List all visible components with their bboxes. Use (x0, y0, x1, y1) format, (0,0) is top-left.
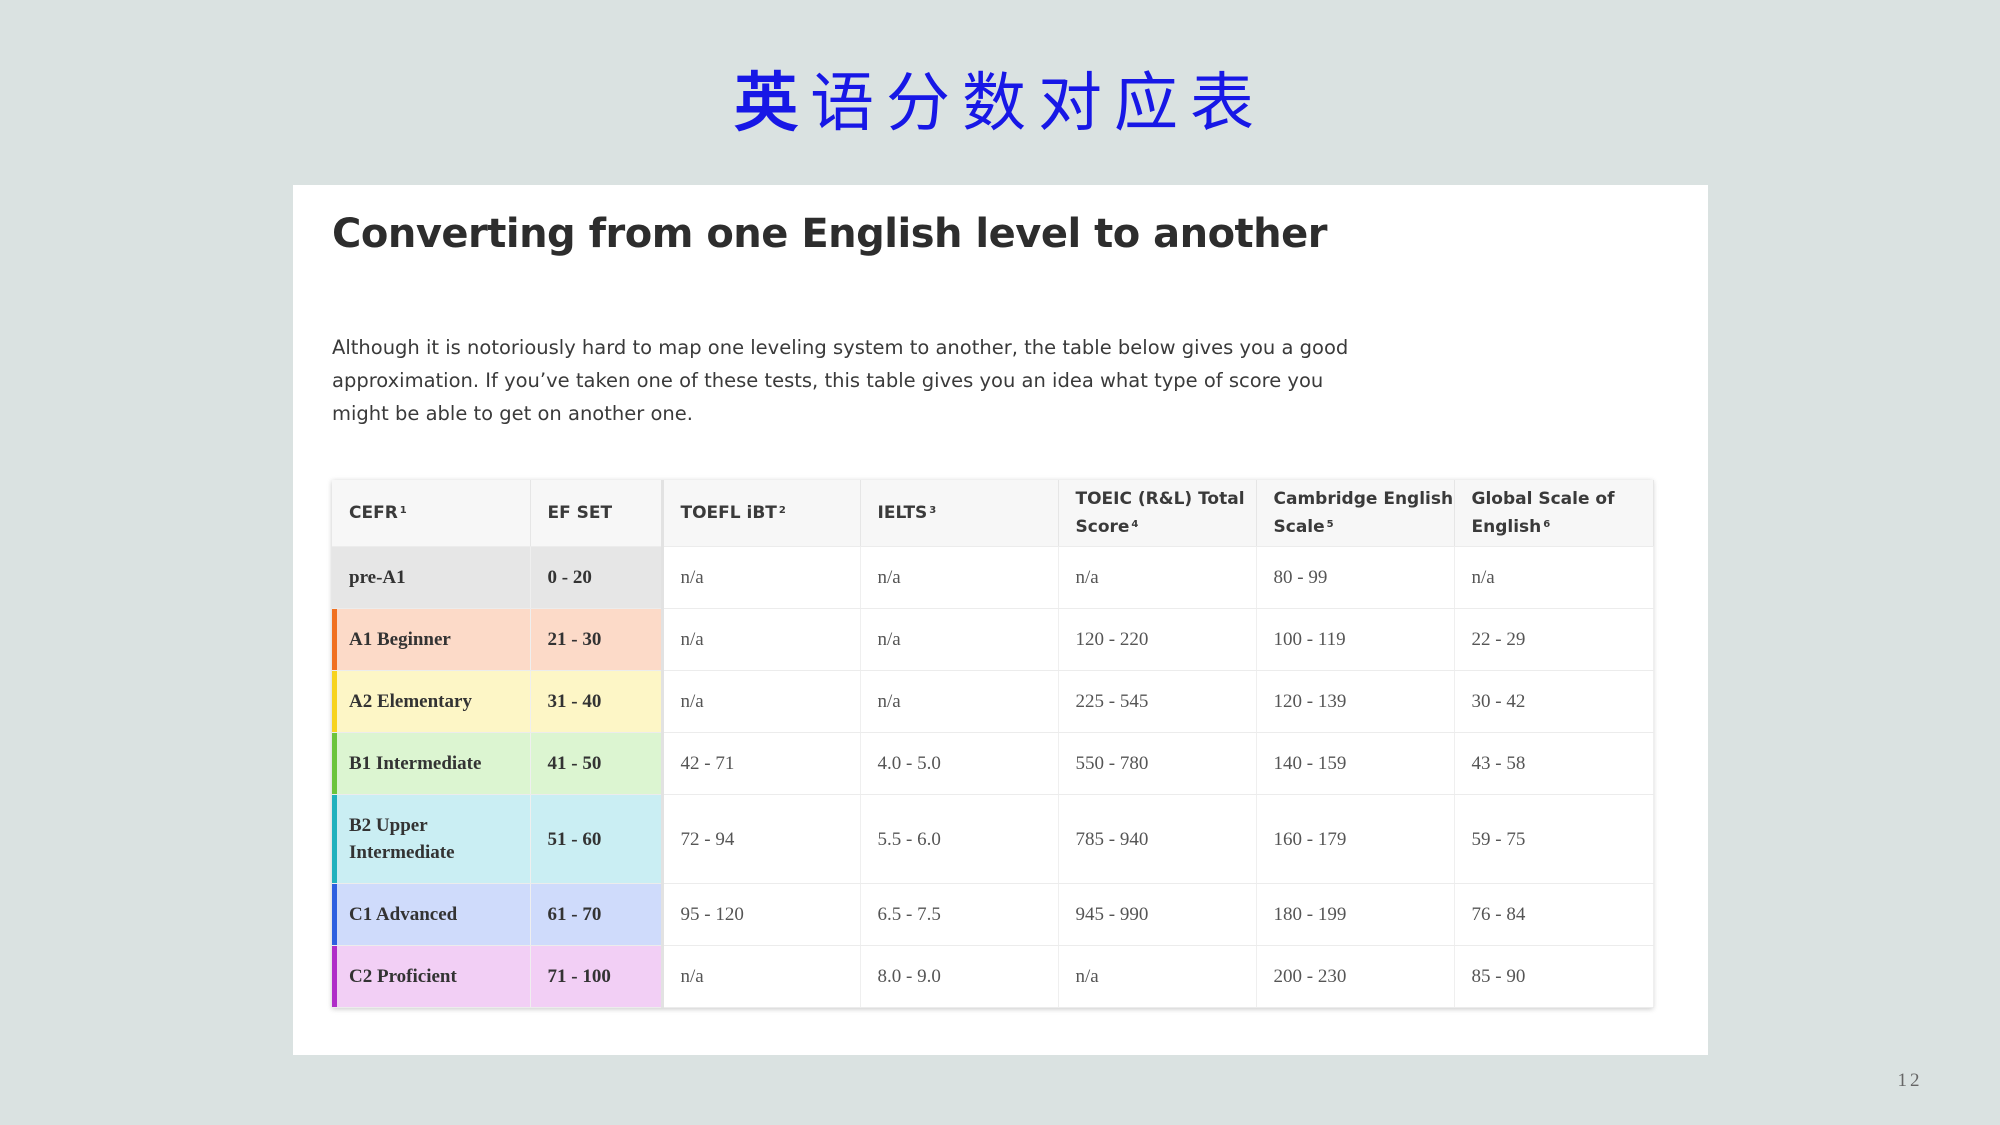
ef-set-cell: 61 - 70 (530, 883, 664, 946)
header-ielts: IELTS 3 (860, 480, 1059, 547)
slide-title: 英语分数对应表 (0, 62, 2000, 146)
ef-set-cell: 41 - 50 (530, 732, 664, 795)
cambridge-cell: 200 - 230 (1256, 945, 1455, 1008)
toefl-cell: n/a (662, 670, 861, 733)
footnote-marker: 3 (929, 505, 937, 516)
level-color-stripe (332, 609, 337, 670)
toeic-cell: n/a (1058, 546, 1257, 609)
ielts-cell: 8.0 - 9.0 (860, 945, 1059, 1008)
header-gse: Global Scale of English 6 (1454, 480, 1654, 547)
level-color-stripe (332, 671, 337, 732)
cefr-level-label: B1 Intermediate (349, 753, 482, 774)
cefr-level-cell: C1 Advanced (332, 883, 531, 946)
table-row: pre-A1 0 - 20 n/a n/a n/a 80 - 99 n/a (332, 546, 1654, 609)
cefr-level-cell: pre-A1 (332, 546, 531, 609)
ielts-cell: n/a (860, 670, 1059, 733)
toefl-cell: 72 - 94 (662, 794, 861, 884)
toeic-cell: 785 - 940 (1058, 794, 1257, 884)
ef-set-cell: 51 - 60 (530, 794, 664, 884)
gse-cell: 59 - 75 (1454, 794, 1654, 884)
toeic-cell: 120 - 220 (1058, 608, 1257, 671)
ielts-cell: 6.5 - 7.5 (860, 883, 1059, 946)
cambridge-cell: 160 - 179 (1256, 794, 1455, 884)
gse-cell: 76 - 84 (1454, 883, 1654, 946)
header-label: TOEFL iBT (680, 503, 777, 523)
cefr-level-cell: B2 Upper Intermediate (332, 794, 531, 884)
header-toeic: TOEIC (R&L) Total Score 4 (1058, 480, 1257, 547)
toeic-cell: 225 - 545 (1058, 670, 1257, 733)
cefr-level-cell: A2 Elementary (332, 670, 531, 733)
score-table-wrapper: CEFR 1 EF SET TOEFL iBT 2 IELTS 3 TOEIC (R&… (332, 480, 1654, 1008)
cambridge-cell: 100 - 119 (1256, 608, 1455, 671)
toefl-cell: n/a (662, 546, 861, 609)
table-row: A1 Beginner 21 - 30 n/a n/a 120 - 220 10… (332, 608, 1654, 671)
header-ef-set: EF SET (530, 480, 664, 547)
ielts-cell: 4.0 - 5.0 (860, 732, 1059, 795)
cefr-level-cell: A1 Beginner (332, 608, 531, 671)
table-header-row: CEFR 1 EF SET TOEFL iBT 2 IELTS 3 TOEIC (R&… (332, 480, 1654, 547)
cambridge-cell: 120 - 139 (1256, 670, 1455, 733)
header-label: EF SET (547, 503, 613, 523)
toeic-cell: 945 - 990 (1058, 883, 1257, 946)
cefr-level-label: B2 Upper Intermediate (349, 815, 455, 863)
cambridge-cell: 180 - 199 (1256, 883, 1455, 946)
cefr-level-cell: B1 Intermediate (332, 732, 531, 795)
slide-title-first-char: 英 (734, 67, 810, 141)
header-label: TOEIC (R&L) Total Score (1075, 489, 1245, 537)
ielts-cell: n/a (860, 608, 1059, 671)
gse-cell: 22 - 29 (1454, 608, 1654, 671)
toeic-cell: 550 - 780 (1058, 732, 1257, 795)
footnote-marker: 5 (1326, 519, 1334, 530)
table-row: A2 Elementary 31 - 40 n/a n/a 225 - 545 … (332, 670, 1654, 733)
ef-set-cell: 0 - 20 (530, 546, 664, 609)
header-label: CEFR (349, 503, 398, 523)
level-color-stripe (332, 733, 337, 794)
toeic-cell: n/a (1058, 945, 1257, 1008)
header-cefr: CEFR 1 (332, 480, 531, 547)
cefr-level-label: A1 Beginner (349, 629, 451, 650)
gse-cell: 43 - 58 (1454, 732, 1654, 795)
slide-title-rest: 语分数对应表 (810, 67, 1266, 141)
footnote-marker: 2 (778, 505, 786, 516)
table-row: C2 Proficient 71 - 100 n/a 8.0 - 9.0 n/a… (332, 945, 1654, 1008)
table-row: B2 Upper Intermediate 51 - 60 72 - 94 5.… (332, 794, 1654, 884)
page-number: 12 (1897, 1070, 1923, 1091)
table-row: C1 Advanced 61 - 70 95 - 120 6.5 - 7.5 9… (332, 883, 1654, 946)
intro-paragraph: Although it is notoriously hard to map o… (332, 336, 1349, 425)
header-cambridge: Cambridge English Scale 5 (1256, 480, 1455, 547)
ef-set-cell: 21 - 30 (530, 608, 664, 671)
score-conversion-table: CEFR 1 EF SET TOEFL iBT 2 IELTS 3 TOEIC (R&… (332, 480, 1654, 1008)
cefr-level-label: A2 Elementary (349, 691, 472, 712)
table-row: B1 Intermediate 41 - 50 42 - 71 4.0 - 5.… (332, 732, 1654, 795)
toefl-cell: 42 - 71 (662, 732, 861, 795)
header-label: IELTS (877, 503, 928, 523)
gse-cell: n/a (1454, 546, 1654, 609)
level-color-stripe (332, 795, 337, 883)
gse-cell: 30 - 42 (1454, 670, 1654, 733)
content-card: Converting from one English level to ano… (293, 185, 1708, 1055)
cefr-level-cell: C2 Proficient (332, 945, 531, 1008)
cefr-level-label: C2 Proficient (349, 966, 457, 987)
level-color-stripe (332, 946, 337, 1007)
ielts-cell: 5.5 - 6.0 (860, 794, 1059, 884)
footnote-marker: 4 (1131, 519, 1139, 530)
footnote-marker: 1 (399, 505, 407, 516)
cambridge-cell: 140 - 159 (1256, 732, 1455, 795)
toefl-cell: n/a (662, 608, 861, 671)
level-color-stripe (332, 884, 337, 945)
header-toefl: TOEFL iBT 2 (662, 480, 861, 547)
toefl-cell: n/a (662, 945, 861, 1008)
toefl-cell: 95 - 120 (662, 883, 861, 946)
cefr-level-label: C1 Advanced (349, 904, 458, 925)
ef-set-cell: 71 - 100 (530, 945, 664, 1008)
footnote-marker: 6 (1543, 519, 1551, 530)
gse-cell: 85 - 90 (1454, 945, 1654, 1008)
cambridge-cell: 80 - 99 (1256, 546, 1455, 609)
header-label: Cambridge English Scale (1273, 489, 1454, 537)
cefr-level-label: pre-A1 (349, 567, 406, 588)
ef-set-cell: 31 - 40 (530, 670, 664, 733)
card-heading: Converting from one English level to ano… (332, 211, 1328, 257)
level-color-stripe (332, 547, 337, 608)
ielts-cell: n/a (860, 546, 1059, 609)
